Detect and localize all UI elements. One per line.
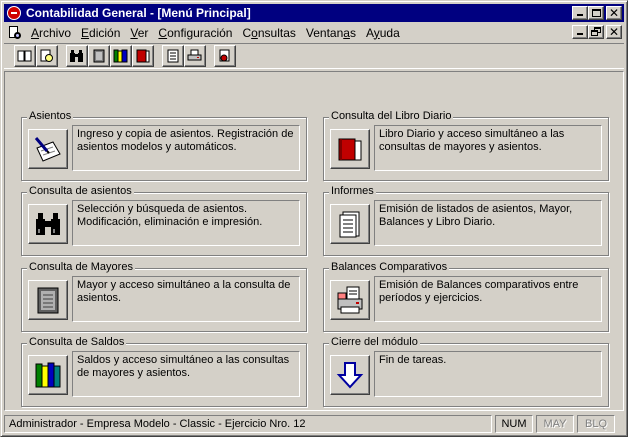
consulta-mayores-button[interactable] — [28, 280, 68, 320]
menu-ayuda[interactable]: Ayuda — [361, 26, 405, 40]
book-icon — [17, 50, 32, 62]
close-icon: ✕ — [609, 6, 620, 20]
consulta-asientos-description: Selección y búsqueda de asientos. Modifi… — [72, 200, 300, 246]
libro-diario-button[interactable] — [330, 129, 370, 169]
toolbar-search-button[interactable] — [66, 45, 88, 67]
toolbar-report-button[interactable] — [162, 45, 184, 67]
group-label: Consulta de asientos — [27, 185, 134, 197]
toolbar — [4, 43, 624, 69]
group-label: Consulta de Mayores — [27, 261, 135, 273]
group-consulta-asientos: Consulta de asientos Selección y búsqued… — [21, 185, 307, 256]
binoculars-icon — [36, 213, 60, 235]
toolbar-books-button[interactable] — [110, 45, 132, 67]
toolbar-ledger-button[interactable] — [88, 45, 110, 67]
group-consulta-saldos: Consulta de Saldos Saldos y acceso simul… — [21, 336, 307, 407]
informes-description: Emisión de listados de asientos, Mayor, … — [374, 200, 602, 246]
group-label: Asientos — [27, 110, 74, 122]
mdi-minimize-button[interactable] — [572, 25, 588, 39]
asientos-button[interactable] — [28, 129, 68, 169]
down-arrow-icon — [336, 362, 364, 389]
group-libro-diario: Consulta del Libro Diario Libro Diario y… — [323, 110, 609, 181]
main-window: Contabilidad General - [Menú Principal] … — [0, 0, 628, 437]
title-bar[interactable]: Contabilidad General - [Menú Principal] … — [4, 4, 624, 22]
document-icon[interactable] — [6, 25, 22, 41]
toolbar-journal-button[interactable] — [132, 45, 154, 67]
red-book-icon — [338, 138, 362, 161]
toolbar-book-button[interactable] — [14, 45, 36, 67]
ledger-icon — [93, 49, 105, 63]
libro-diario-description: Libro Diario y acceso simultáneo a las c… — [374, 125, 602, 171]
menu-bar: Archivo Edición Ver Configuración Consul… — [4, 23, 624, 42]
group-label: Consulta de Saldos — [27, 336, 127, 348]
toolbar-exit-button[interactable] — [214, 45, 236, 67]
asientos-description: Ingreso y copia de asientos. Registració… — [72, 125, 300, 171]
maximize-button[interactable] — [588, 6, 604, 20]
close-button[interactable]: ✕ — [606, 6, 622, 20]
minimize-icon — [577, 14, 583, 16]
group-balances-comparativos: Balances Comparativos Emisión de Balance… — [323, 261, 609, 332]
group-label: Cierre del módulo — [329, 336, 420, 348]
status-num: NUM — [495, 414, 533, 433]
ledger-icon — [37, 287, 59, 314]
balances-comparativos-button[interactable] — [330, 280, 370, 320]
mdi-buttons: ✕ — [572, 25, 622, 39]
window-title: Contabilidad General - [Menú Principal] — [26, 6, 251, 20]
print-icon — [187, 49, 202, 61]
maximize-icon — [592, 9, 601, 17]
cierre-modulo-button[interactable] — [330, 355, 370, 395]
menu-consultas[interactable]: Consultas — [237, 26, 300, 40]
menu-ventanas[interactable]: Ventanas — [301, 26, 361, 40]
mdi-close-button[interactable]: ✕ — [606, 25, 622, 39]
menu-edicion[interactable]: Edición — [76, 26, 125, 40]
informes-button[interactable] — [330, 204, 370, 244]
toolbar-print-button[interactable] — [184, 45, 206, 67]
group-label: Consulta del Libro Diario — [329, 110, 454, 122]
group-label: Informes — [329, 185, 376, 197]
eye-icon — [40, 49, 53, 62]
mdi-restore-button[interactable] — [588, 25, 604, 39]
consulta-asientos-button[interactable] — [28, 204, 68, 244]
group-consulta-mayores: Consulta de Mayores Mayor y acceso simul… — [21, 261, 307, 332]
close-icon: ✕ — [609, 25, 620, 39]
list-icon — [167, 49, 179, 63]
report-icon — [339, 211, 360, 238]
group-cierre-modulo: Cierre del módulo Fin de tareas. — [323, 336, 609, 407]
binoculars-icon — [70, 50, 83, 62]
red-book-icon — [136, 49, 150, 63]
minimize-icon — [577, 33, 583, 35]
consulta-saldos-description: Saldos y acceso simultáneo a las consult… — [72, 351, 300, 397]
consulta-saldos-button[interactable] — [28, 355, 68, 395]
menu-configuracion[interactable]: Configuración — [153, 26, 237, 40]
menu-ver[interactable]: Ver — [125, 26, 153, 40]
status-text: Administrador - Empresa Modelo - Classic… — [4, 414, 492, 433]
minimize-button[interactable] — [572, 6, 588, 20]
group-asientos: Asientos Ingreso y copia de asientos. Re… — [21, 110, 307, 181]
menu-archivo[interactable]: Archivo — [26, 26, 76, 40]
exit-icon — [219, 49, 230, 62]
group-label: Balances Comparativos — [329, 261, 450, 273]
status-bar: Administrador - Empresa Modelo - Classic… — [4, 414, 624, 433]
balances-comparativos-description: Emisión de Balances comparativos entre p… — [374, 276, 602, 322]
title-buttons: ✕ — [572, 6, 622, 20]
status-blq: BLQ — [577, 414, 615, 433]
books-icon — [113, 49, 128, 63]
status-may: MAY — [536, 414, 574, 433]
main-menu-panel: Asientos Ingreso y copia de asientos. Re… — [4, 71, 624, 411]
books-icon — [35, 362, 61, 388]
balance-print-icon — [337, 286, 363, 314]
pen-notepad-icon — [34, 137, 61, 162]
group-informes: Informes Emisión de listados de asientos… — [323, 185, 609, 256]
toolbar-view-button[interactable] — [36, 45, 58, 67]
app-icon[interactable] — [7, 6, 21, 20]
cierre-modulo-description: Fin de tareas. — [374, 351, 602, 397]
consulta-mayores-description: Mayor y acceso simultáneo a la consulta … — [72, 276, 300, 322]
